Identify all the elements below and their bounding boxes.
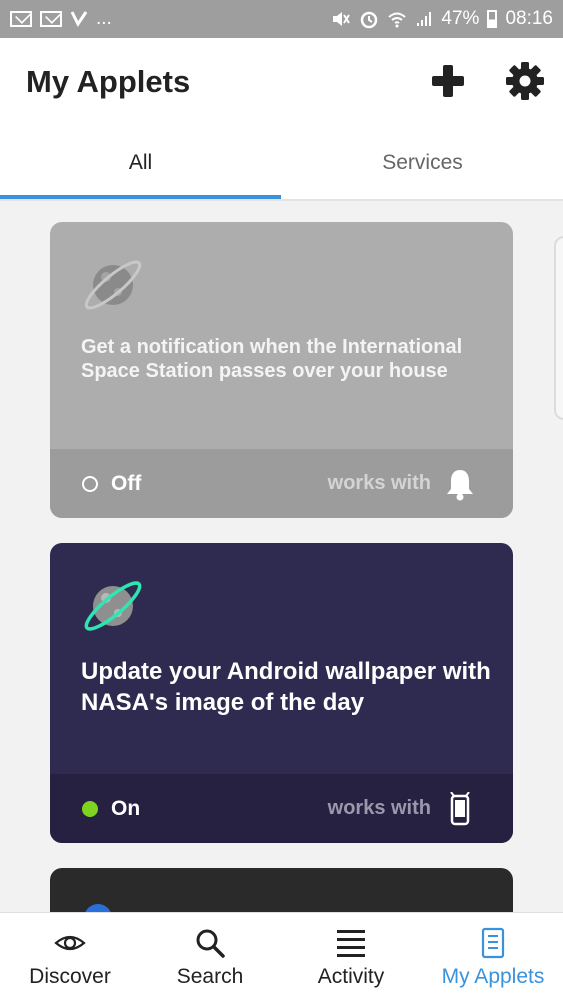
nav-activity[interactable]: Activity <box>281 913 421 1000</box>
adjacent-card-edge <box>554 236 563 420</box>
status-indicator-on[interactable] <box>82 800 98 817</box>
tab-bar: All Services <box>0 126 563 201</box>
bottom-navigation: Discover Search Activity My Applets <box>0 912 563 1000</box>
checkmark-icon <box>70 11 88 27</box>
nav-label: Discover <box>29 965 111 988</box>
planet-icon <box>84 581 142 631</box>
nav-label: Search <box>176 965 244 988</box>
nav-discover[interactable]: Discover <box>0 913 140 1000</box>
battery-icon <box>487 10 498 28</box>
planet-icon <box>84 260 142 310</box>
status-bar-notifications: ... <box>10 8 112 30</box>
applet-status: Off <box>111 471 142 495</box>
nav-label: My Applets <box>441 965 545 988</box>
activity-list-icon <box>337 930 365 957</box>
applet-footer: On works with <box>50 774 513 843</box>
works-with-label: works with <box>327 472 431 494</box>
status-indicator-off[interactable] <box>82 475 98 492</box>
page-title: My Applets <box>26 64 191 99</box>
active-tab-indicator <box>0 195 281 199</box>
wifi-icon <box>388 12 407 28</box>
nav-search[interactable]: Search <box>140 913 280 1000</box>
works-with-label: works with <box>327 797 431 819</box>
applet-card-nasa-wallpaper[interactable]: Update your Android wallpaper with NASA'… <box>50 543 513 843</box>
status-bar-system: 47% 08:16 <box>331 8 553 30</box>
gear-icon[interactable] <box>505 61 545 101</box>
status-bar: ... 47% 08:16 <box>0 0 563 38</box>
applet-title: Update your Android wallpaper with NASA'… <box>81 658 491 717</box>
nav-label: Activity <box>317 965 385 988</box>
applets-icon <box>481 927 505 959</box>
applet-card-iss-notification[interactable]: Get a notification when the Internationa… <box>50 222 513 518</box>
gmail-icon <box>40 11 62 27</box>
applet-footer: Off works with <box>50 449 513 518</box>
eye-icon <box>54 935 86 951</box>
nav-my-applets[interactable]: My Applets <box>423 913 563 1000</box>
battery-percent: 47% <box>441 8 480 29</box>
overflow-dots: ... <box>96 8 112 29</box>
android-phone-icon <box>450 791 470 825</box>
applet-status: On <box>111 796 141 820</box>
gmail-icon <box>10 11 32 27</box>
tab-all[interactable]: All <box>0 126 281 199</box>
alarm-icon <box>361 11 378 29</box>
app-header: My Applets <box>0 38 563 126</box>
tab-services[interactable]: Services <box>282 126 563 199</box>
bell-icon <box>447 469 473 500</box>
search-icon <box>196 929 225 958</box>
mute-icon <box>333 12 351 26</box>
applet-title: Get a notification when the Internationa… <box>81 336 463 382</box>
clock: 08:16 <box>505 8 553 29</box>
signal-icon <box>417 12 432 26</box>
plus-icon[interactable] <box>430 63 466 99</box>
